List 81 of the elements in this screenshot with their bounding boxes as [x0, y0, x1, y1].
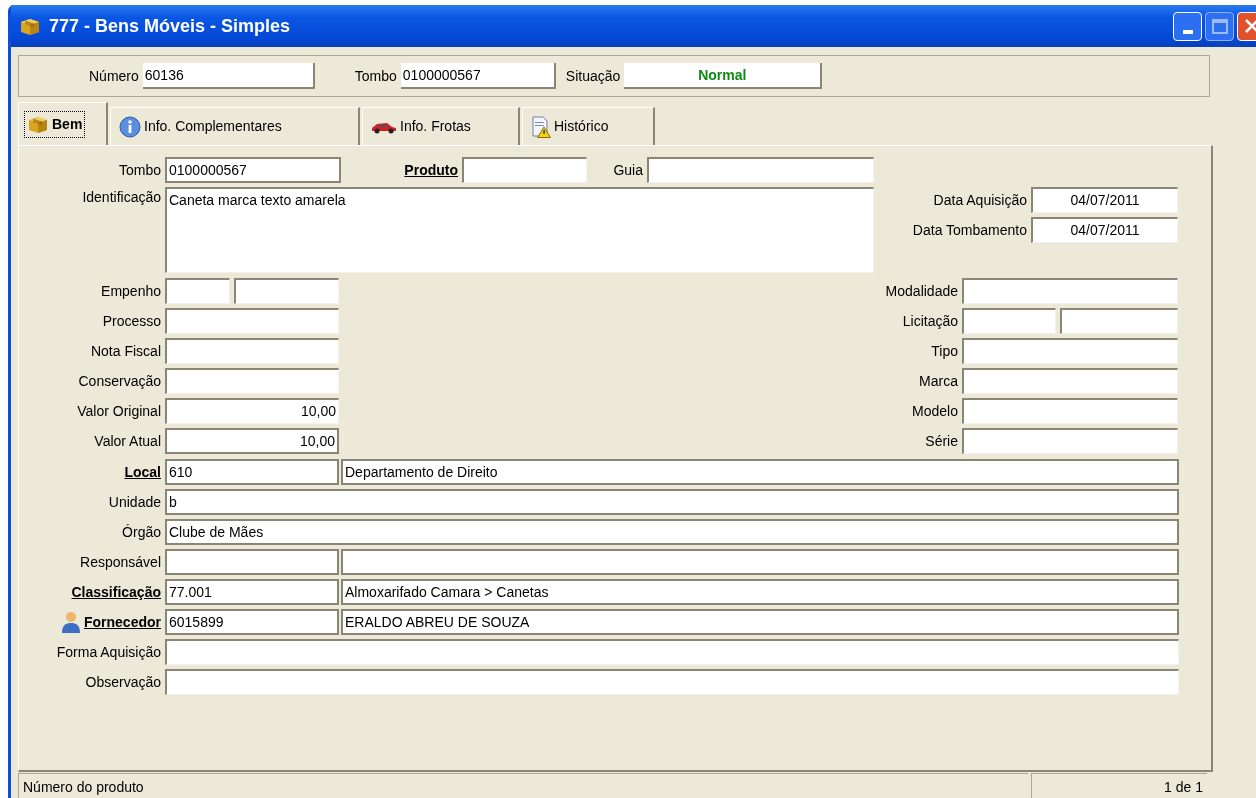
tab[interactable]: Histórico: [522, 107, 655, 145]
record-counter: 1 de 1: [1031, 773, 1207, 798]
text-field[interactable]: 10,00: [165, 428, 339, 454]
text-field[interactable]: [341, 549, 1179, 575]
text-field[interactable]: 6015899: [165, 609, 339, 635]
field-label: Modelo: [912, 401, 958, 421]
text-field[interactable]: [165, 278, 230, 304]
field-label: Data Tombamento: [912, 220, 1027, 240]
text-field[interactable]: [1060, 308, 1178, 334]
status-field: Normal: [624, 63, 823, 89]
lookup-link[interactable]: Local: [124, 461, 161, 483]
tab[interactable]: Bem: [18, 102, 108, 145]
text-field[interactable]: 0100000567: [400, 63, 556, 89]
text-field[interactable]: [165, 639, 1179, 665]
field-label: Forma Aquisição: [56, 642, 161, 662]
text-field[interactable]: Clube de Mães: [165, 519, 1179, 545]
text-field[interactable]: 60136: [142, 63, 315, 89]
text-field[interactable]: 04/07/2011: [1031, 217, 1178, 243]
tab[interactable]: Info. Complementares: [110, 107, 360, 145]
lookup-link[interactable]: Fornecedor: [84, 611, 161, 633]
field-label: Data Aquisição: [933, 190, 1027, 210]
text-field[interactable]: [462, 157, 587, 183]
lookup-link[interactable]: Classificação: [71, 581, 161, 603]
field-label: Observação: [85, 672, 161, 692]
text-field[interactable]: 0100000567: [165, 157, 341, 183]
status-message: Número do produto: [18, 773, 1028, 798]
text-field[interactable]: [962, 398, 1178, 424]
text-field[interactable]: [234, 278, 339, 304]
tab[interactable]: Info. Frotas: [362, 107, 520, 145]
text-field[interactable]: 04/07/2011: [1031, 187, 1178, 213]
field-label: Situação: [565, 66, 622, 86]
text-field[interactable]: b: [165, 489, 1179, 515]
info-icon: [119, 115, 141, 138]
field-label: Modalidade: [885, 281, 958, 301]
close-icon: [1243, 18, 1256, 34]
field-label: Número: [89, 66, 140, 86]
package-icon: [19, 16, 41, 36]
field-label: Órgão: [122, 522, 161, 542]
field-label: Tipo: [931, 341, 958, 361]
field-label: Tombo: [354, 66, 398, 86]
field-label: Unidade: [108, 492, 161, 512]
window-title: 777 - Bens Móveis - Simples: [49, 14, 291, 38]
field-label: Empenho: [101, 281, 161, 301]
text-field[interactable]: Almoxarifado Camara > Canetas: [341, 579, 1179, 605]
field-label: Licitação: [902, 311, 958, 331]
text-field[interactable]: [165, 368, 339, 394]
package-icon: [27, 114, 49, 134]
field-label: Identificação: [82, 188, 161, 207]
text-field[interactable]: [962, 308, 1056, 334]
text-field[interactable]: [962, 278, 1178, 304]
field-label: Guia: [613, 160, 643, 180]
minimize-icon: [1182, 29, 1193, 34]
maximize-icon: [1211, 18, 1228, 34]
maximize-button[interactable]: [1205, 11, 1234, 41]
text-field[interactable]: [165, 308, 339, 334]
field-label: Tombo: [118, 160, 161, 180]
field-label: Série: [925, 431, 958, 451]
text-field[interactable]: [962, 338, 1178, 364]
text-field[interactable]: ERALDO ABREU DE SOUZA: [341, 609, 1179, 635]
field-label: Valor Atual: [94, 431, 161, 451]
field-label: Marca: [919, 371, 958, 391]
text-field[interactable]: Departamento de Direito: [341, 459, 1179, 485]
text-field[interactable]: 610: [165, 459, 339, 485]
field-label: Nota Fiscal: [90, 341, 161, 361]
field-label: Valor Original: [77, 401, 161, 421]
minimize-button[interactable]: [1173, 11, 1202, 41]
lookup-link[interactable]: Produto: [404, 159, 458, 181]
text-field[interactable]: 10,00: [165, 398, 339, 424]
field-label: Processo: [102, 311, 161, 331]
text-field[interactable]: [647, 157, 874, 183]
field-label: Conservação: [78, 371, 161, 391]
text-field[interactable]: 77.001: [165, 579, 339, 605]
text-field[interactable]: [962, 428, 1178, 454]
text-field[interactable]: Caneta marca texto amarela: [165, 187, 874, 273]
text-field[interactable]: [962, 368, 1178, 394]
document-warning-icon: [531, 115, 551, 138]
text-field[interactable]: [165, 549, 339, 575]
text-field[interactable]: [165, 338, 339, 364]
field-label: Responsável: [80, 552, 161, 572]
text-field[interactable]: [165, 669, 1179, 695]
person-icon: [60, 610, 82, 634]
